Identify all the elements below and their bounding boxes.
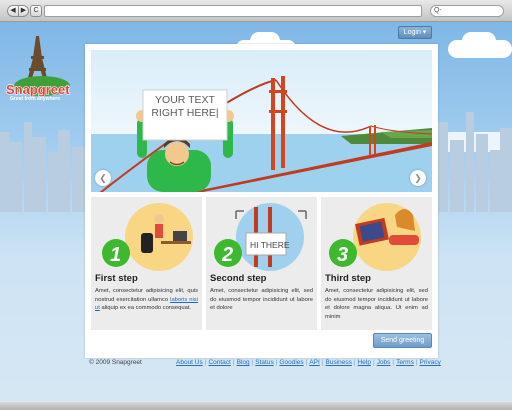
footer-link-status[interactable]: Status [255, 359, 273, 366]
footer-link-jobs[interactable]: Jobs [377, 359, 391, 366]
address-bar[interactable] [44, 5, 422, 17]
hero-prev-button[interactable]: ❮ [95, 170, 111, 186]
footer-link-contact[interactable]: Contact [208, 359, 230, 366]
footer-link-about-us[interactable]: About Us [176, 359, 203, 366]
hero-slideshow: YOUR TEXT RIGHT HERE| [91, 50, 432, 192]
footer-link-api[interactable]: API [309, 359, 319, 366]
footer-link-privacy[interactable]: Privacy [420, 359, 441, 366]
content-panel: YOUR TEXT RIGHT HERE| ❮ ❯ 1 First step A… [85, 44, 438, 358]
svg-text:Snapgreet: Snapgreet [6, 82, 70, 97]
footer-links: About Us | Contact | Blog | Status | Goodies… [176, 359, 441, 366]
footer-link-help[interactable]: Help [358, 359, 371, 366]
copyright: © 2009 Snapgreet [89, 359, 142, 366]
browser-toolbar: ◀ ▶ C Q- [0, 0, 512, 22]
browser-search-field[interactable]: Q- [430, 5, 504, 17]
reload-button[interactable]: C [30, 5, 42, 17]
step-card-3: 3 Third step Amet, consectetur adipisici… [321, 197, 432, 330]
logo-tagline: Greet from anywhere [10, 96, 61, 102]
hero-next-button[interactable]: ❯ [410, 170, 426, 186]
camera-frame-illustration: 2 HI THERE [214, 203, 307, 271]
footer-link-business[interactable]: Business [326, 359, 352, 366]
step-title: Second step [210, 273, 267, 284]
step-number-3: 3 [337, 244, 348, 266]
footer-link-terms[interactable]: Terms [396, 359, 414, 366]
footer-link-blog[interactable]: Blog [237, 359, 250, 366]
browser-status-bar [0, 402, 512, 410]
step-description: Amet, consectetur adipisicing elit, sed … [325, 288, 428, 320]
footer-link-goodies[interactable]: Goodies [279, 359, 303, 366]
laptop-illustration: 3 [329, 203, 421, 271]
cloud [462, 32, 496, 50]
login-button[interactable]: Login ▾ [398, 26, 432, 39]
desk-illustration: 1 [102, 203, 193, 271]
forward-button[interactable]: ▶ [18, 5, 29, 17]
send-greeting-button[interactable]: Send greeting [373, 333, 432, 348]
page-viewport: Snapgreet Greet from anywhere Login ▾ YO… [0, 22, 512, 402]
hero-sign-text: YOUR TEXT RIGHT HERE| [151, 94, 219, 119]
step-card-2: 2 HI THERE Second step Amet, consectetur… [206, 197, 317, 330]
step-title: First step [95, 273, 138, 284]
step-title: Third step [325, 273, 371, 284]
step-card-1: 1 First step Amet, consectetur adipisici… [91, 197, 202, 330]
step-number-2: 2 [221, 244, 233, 266]
steps-row: 1 First step Amet, consectetur adipisici… [91, 197, 432, 330]
step-number-1: 1 [110, 244, 121, 266]
hi-there-sign: HI THERE [250, 240, 290, 250]
golden-gate-illustration [91, 76, 432, 192]
step-description: Amet, consectetur adipisicing elit, quis… [95, 288, 198, 311]
step-description: Amet, consectetur adipisicing elit, sed … [210, 288, 313, 311]
